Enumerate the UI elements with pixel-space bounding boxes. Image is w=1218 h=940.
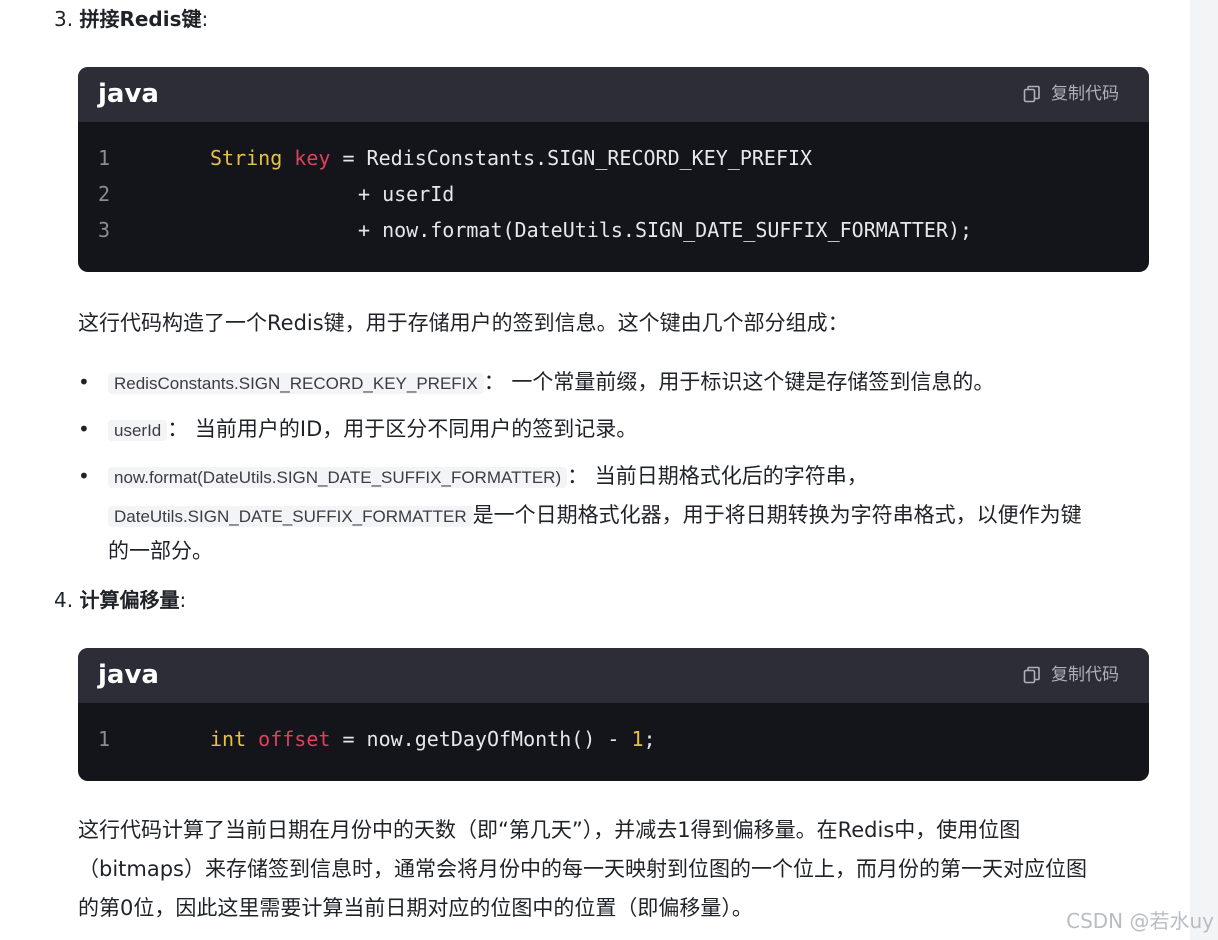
step-4-heading: 4. 计算偏移量: [54,586,186,614]
article-content: 3. 拼接Redis键: java 复制代码 1 String key = Re… [0,0,1190,940]
inline-code: DateUtils.SIGN_DATE_SUFFIX_FORMATTER [108,506,473,527]
bullet-dot: • [78,417,90,441]
explanation-paragraph-2: 这行代码计算了当前日期在月份中的天数（即“第几天”），并减去1得到偏移量。在Re… [78,811,1158,928]
copy-code-label: 复制代码 [1051,84,1119,104]
code-line: 2 + userId [78,176,1149,212]
paragraph-line: 这行代码计算了当前日期在月份中的天数（即“第几天”），并减去1得到偏移量。在Re… [78,818,1021,842]
list-item-text: now.format(DateUtils.SIGN_DATE_SUFFIX_FO… [108,458,1148,496]
list-item-description: ： 一个常量前缀，用于标识这个键是存储签到信息的。 [483,370,995,394]
paragraph-line: 的第0位，因此这里需要计算当前日期对应的位图中的位置（即偏移量）。 [78,896,753,920]
code-line-content: + now.format(DateUtils.SIGN_DATE_SUFFIX_… [358,218,973,242]
line-number: 2 [98,182,111,206]
code-line: 1 String key = RedisConstants.SIGN_RECOR… [78,140,1149,176]
paragraph-line: （bitmaps）来存储签到信息时，通常会将月份中的每一天映射到位图的一个位上，… [78,857,1087,881]
code-number-literal: 1 [631,727,644,751]
copy-code-button[interactable]: 复制代码 [1023,83,1119,105]
code-expression: = RedisConstants.SIGN_RECORD_KEY_PREFIX [330,146,813,170]
code-block-1: java 复制代码 1 String key = RedisConstants.… [78,67,1149,272]
bullet-dot: • [78,464,90,488]
list-item-text: RedisConstants.SIGN_RECORD_KEY_PREFIX： 一… [108,364,1148,402]
inline-code: now.format(DateUtils.SIGN_DATE_SUFFIX_FO… [108,467,568,488]
code-type-keyword: int [210,727,247,751]
csdn-watermark: CSDN @若水uy [1066,909,1214,933]
inline-code: RedisConstants.SIGN_RECORD_KEY_PREFIX [108,373,484,394]
code-variable: key [294,146,331,170]
copy-icon [1023,85,1041,103]
step-colon: : [179,588,187,612]
code-line-content: + userId [358,182,455,206]
inline-code: userId [108,420,168,441]
line-number: 1 [98,146,111,170]
code-line: 1 int offset = now.getDayOfMonth() - 1; [78,721,1149,757]
code-variable: offset [258,727,331,751]
copy-icon [1023,666,1041,684]
list-item-text: DateUtils.SIGN_DATE_SUFFIX_FORMATTER 是一个日… [108,497,1148,535]
explanation-paragraph-1: 这行代码构造了一个Redis键，用于存储用户的签到信息。这个键由几个部分组成： [78,311,849,335]
step-number: 4. [54,588,74,612]
step-3-heading: 3. 拼接Redis键: [54,5,208,33]
step-title: 计算偏移量 [79,588,180,612]
list-item-text: 的一部分。 [108,539,213,563]
code-line-content: String key = RedisConstants.SIGN_RECORD_… [210,140,812,176]
scrollbar-track[interactable] [1190,0,1218,940]
code-expression: = now.getDayOfMonth() - [330,727,632,751]
code-language-label: java [98,79,159,109]
code-body: 1 String key = RedisConstants.SIGN_RECOR… [78,122,1149,248]
code-line-content: int offset = now.getDayOfMonth() - 1; [210,721,656,757]
list-item-text: userId： 当前用户的ID，用于区分不同用户的签到记录。 [108,411,1148,449]
code-header: java 复制代码 [78,67,1149,122]
step-number: 3. [54,7,74,31]
step-colon: : [201,7,209,31]
copy-code-button[interactable]: 复制代码 [1023,664,1119,686]
code-body: 1 int offset = now.getDayOfMonth() - 1; [78,703,1149,757]
code-block-2: java 复制代码 1 int offset = now.getDayOfMon… [78,648,1149,781]
code-type-keyword: String [210,146,283,170]
code-terminator: ; [643,727,656,751]
line-number: 3 [98,218,111,242]
list-item-description: ： 当前日期格式化后的字符串， [567,464,868,488]
line-number: 1 [98,727,111,751]
code-line: 3 + now.format(DateUtils.SIGN_DATE_SUFFI… [78,212,1149,248]
list-item-description: 是一个日期格式化器，用于将日期转换为字符串格式，以便作为键 [472,503,1082,527]
list-item-description: ： 当前用户的ID，用于区分不同用户的签到记录。 [167,417,638,441]
bullet-dot: • [78,370,90,394]
copy-code-label: 复制代码 [1051,665,1119,685]
step-title: 拼接Redis键 [79,7,202,31]
code-language-label: java [98,660,159,690]
code-header: java 复制代码 [78,648,1149,703]
